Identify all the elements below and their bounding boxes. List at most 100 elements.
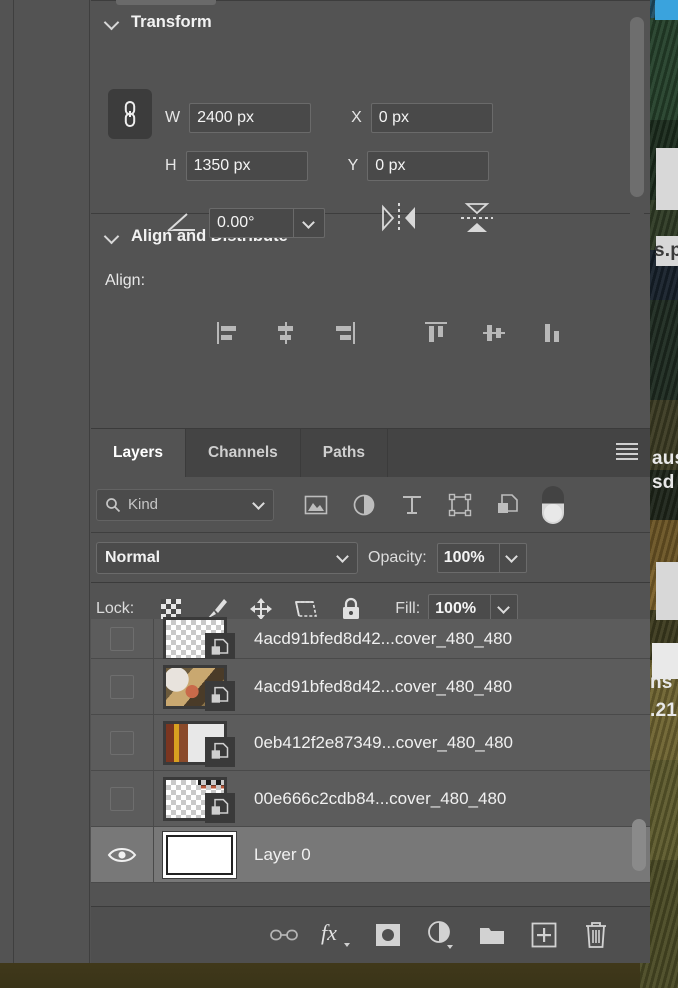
tab-layers-label: Layers bbox=[113, 444, 163, 461]
delete-layer-button[interactable] bbox=[570, 921, 622, 949]
x-label: X bbox=[351, 109, 362, 126]
filter-shape-layers-button[interactable] bbox=[436, 493, 484, 517]
filter-adjustment-layers-button[interactable] bbox=[340, 493, 388, 517]
layer-thumbnail bbox=[163, 776, 235, 823]
mask-icon bbox=[376, 924, 400, 946]
background-text-fragment-3: sd bbox=[652, 472, 675, 493]
panel-menu-icon[interactable] bbox=[616, 443, 638, 461]
table-row[interactable]: 4acd91bfed8d42...cover_480_480 bbox=[91, 659, 650, 715]
y-input[interactable]: 0 px bbox=[367, 151, 490, 181]
eye-icon[interactable] bbox=[107, 845, 137, 865]
properties-scrollbar-thumb[interactable] bbox=[630, 17, 644, 197]
tab-channels[interactable]: Channels bbox=[185, 429, 301, 477]
image-icon bbox=[304, 495, 328, 514]
layer-visibility-cell[interactable] bbox=[91, 619, 154, 658]
adjustment-circle-icon bbox=[353, 494, 375, 515]
chevron-down-icon[interactable] bbox=[105, 229, 119, 243]
blend-mode-select[interactable]: Normal bbox=[96, 541, 358, 574]
align-right-icon bbox=[336, 322, 355, 344]
layer-name: 00e666c2cdb84...cover_480_480 bbox=[254, 788, 507, 808]
layer-visibility-toggle[interactable] bbox=[110, 730, 134, 755]
tab-channels-label: Channels bbox=[207, 444, 278, 461]
align-bottom-edges-button[interactable] bbox=[523, 320, 581, 346]
opacity-label: Opacity: bbox=[368, 548, 427, 566]
flip-horizontal-button[interactable] bbox=[379, 201, 419, 235]
angle-spinner[interactable]: 0.00° bbox=[209, 208, 325, 238]
link-chain-icon bbox=[124, 100, 136, 128]
align-vertical-centers-button[interactable] bbox=[465, 320, 523, 346]
layer-name: 0eb412f2e87349...cover_480_480 bbox=[254, 732, 514, 752]
chevron-down-icon bbox=[304, 218, 315, 229]
opacity-input[interactable]: 100% bbox=[436, 542, 499, 573]
new-group-button[interactable] bbox=[466, 924, 518, 946]
blend-mode-value: Normal bbox=[105, 548, 161, 566]
lock-artboard-nesting-button[interactable] bbox=[283, 598, 328, 620]
layer-visibility-toggle[interactable] bbox=[110, 674, 134, 699]
filter-type-layers-button[interactable] bbox=[388, 493, 436, 517]
thumbnail-image bbox=[166, 834, 233, 875]
tab-paths[interactable]: Paths bbox=[300, 429, 388, 477]
screen-root: s.p aus sd ns .21 Transform bbox=[0, 0, 678, 988]
layer-name: 4acd91bfed8d42...cover_480_480 bbox=[254, 628, 513, 648]
transform-section-header[interactable]: Transform bbox=[91, 1, 650, 43]
dock-rail-inner bbox=[15, 0, 90, 963]
flip-vertical-button[interactable] bbox=[457, 201, 497, 235]
tab-layers[interactable]: Layers bbox=[91, 429, 186, 477]
layer-mask-button[interactable] bbox=[362, 923, 414, 947]
background-text-fragment-2: aus bbox=[652, 448, 678, 469]
chevron-down-icon bbox=[338, 552, 349, 563]
align-horizontal-centers-button[interactable] bbox=[257, 320, 315, 346]
align-top-edges-button[interactable] bbox=[407, 320, 465, 346]
opacity-dropdown-button[interactable] bbox=[498, 542, 527, 573]
dock-rail-outer bbox=[0, 0, 14, 963]
new-adjustment-layer-button[interactable] bbox=[414, 920, 466, 950]
lock-position-button[interactable] bbox=[238, 597, 283, 621]
align-left-edges-button[interactable] bbox=[199, 320, 257, 346]
align-right-edges-button[interactable] bbox=[315, 320, 373, 346]
layer-visibility-cell[interactable] bbox=[91, 659, 154, 714]
transform-width-row: W 2400 px X 0 px bbox=[165, 103, 493, 133]
filter-smart-objects-button[interactable] bbox=[484, 493, 532, 517]
layer-list-scrollbar-thumb[interactable] bbox=[632, 819, 646, 871]
layer-visibility-cell[interactable] bbox=[91, 715, 154, 770]
layer-list: 4acd91bfed8d42...cover_480_480 4acd91bfe… bbox=[91, 616, 650, 883]
table-row[interactable]: 0eb412f2e87349...cover_480_480 bbox=[91, 715, 650, 771]
lock-label: Lock: bbox=[96, 599, 135, 617]
opacity-control[interactable]: 100% bbox=[436, 542, 527, 573]
search-icon bbox=[106, 497, 121, 512]
link-layers-button[interactable] bbox=[258, 926, 310, 944]
table-row[interactable]: Layer 0 bbox=[91, 827, 650, 883]
layer-visibility-cell[interactable] bbox=[91, 771, 154, 826]
new-layer-button[interactable] bbox=[518, 922, 570, 948]
smart-object-icon bbox=[498, 493, 518, 513]
layers-panel-tabs: Layers Channels Paths bbox=[91, 429, 650, 477]
filter-kind-label: Kind bbox=[128, 496, 159, 513]
table-row[interactable]: 4acd91bfed8d42...cover_480_480 bbox=[91, 616, 650, 663]
angle-dropdown-button[interactable] bbox=[293, 208, 325, 238]
panel-column: Transform W 2400 px X 0 px H 1350 px Y 0… bbox=[91, 0, 650, 963]
shape-bounding-box-icon bbox=[448, 493, 472, 516]
smart-object-icon bbox=[205, 680, 235, 711]
x-input[interactable]: 0 px bbox=[370, 103, 493, 133]
layer-visibility-toggle[interactable] bbox=[110, 626, 134, 651]
layer-thumbnail-cell bbox=[154, 720, 236, 767]
table-row[interactable]: 00e666c2cdb84...cover_480_480 bbox=[91, 771, 650, 827]
chevron-down-icon bbox=[499, 603, 510, 614]
layer-visibility-cell[interactable] bbox=[91, 827, 154, 882]
layer-thumbnail-cell bbox=[154, 664, 236, 711]
folder-icon bbox=[480, 928, 504, 944]
width-input[interactable]: 2400 px bbox=[189, 103, 312, 133]
tab-bar-filler bbox=[387, 429, 650, 477]
layer-visibility-toggle[interactable] bbox=[110, 786, 134, 811]
layer-style-button[interactable]: fx bbox=[310, 920, 362, 950]
height-input[interactable]: 1350 px bbox=[185, 151, 308, 181]
filter-enable-toggle[interactable] bbox=[542, 485, 564, 524]
filter-pixel-layers-button[interactable] bbox=[292, 494, 340, 516]
align-top-icon bbox=[425, 322, 447, 342]
background-text-fragment-4: ns bbox=[650, 672, 673, 693]
filter-kind-select[interactable]: Kind bbox=[96, 488, 274, 521]
link-chain-button[interactable] bbox=[108, 89, 152, 139]
angle-input[interactable]: 0.00° bbox=[209, 208, 293, 238]
chevron-down-icon[interactable] bbox=[105, 15, 119, 29]
lock-all-button[interactable] bbox=[328, 597, 373, 621]
